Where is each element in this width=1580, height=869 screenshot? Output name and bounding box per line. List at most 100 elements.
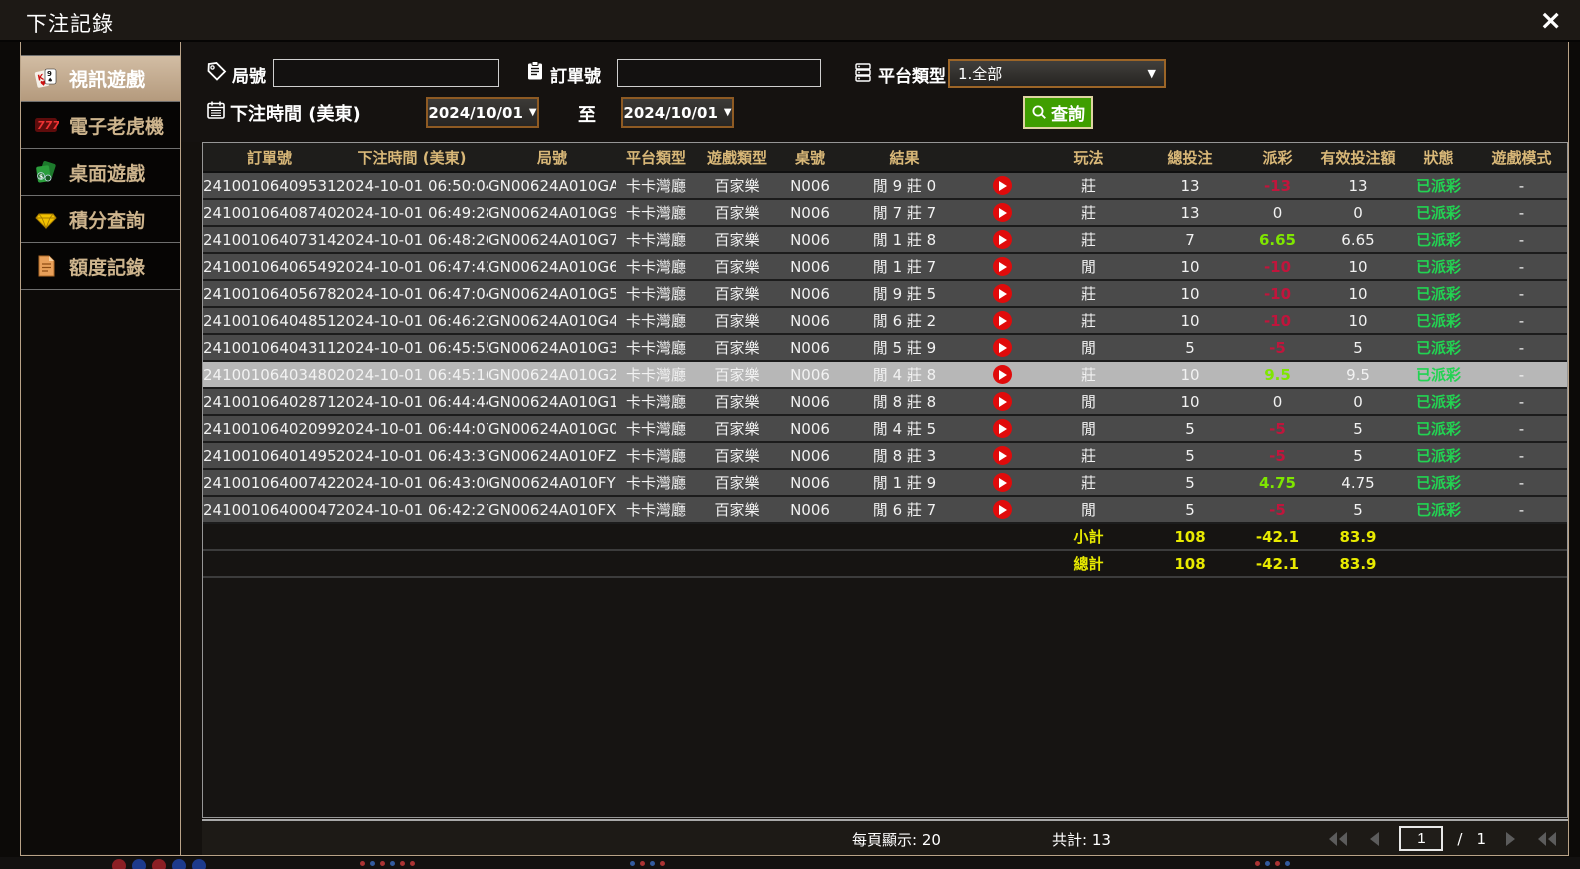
replay-button[interactable] [993, 500, 1012, 519]
replay-button[interactable] [993, 338, 1012, 357]
table-row[interactable]: 2410010640874042024-10-01 06:49:28GN0062… [203, 200, 1567, 227]
table-header: 訂單號下注時間 (美東)局號平台類型遊戲類型桌號結果玩法總投注派彩有效投注額狀態… [203, 143, 1567, 173]
replay-button[interactable] [993, 419, 1012, 438]
cell-payout: -13 [1240, 173, 1315, 200]
replay-button[interactable] [993, 230, 1012, 249]
table-row[interactable]: 2410010640348092024-10-01 06:45:16GN0062… [203, 362, 1567, 389]
cell-status: 已派彩 [1401, 200, 1476, 227]
table-row[interactable]: 2410010640485152024-10-01 06:46:22GN0062… [203, 308, 1567, 335]
platform-type-select[interactable]: 1.全部 ▼ [948, 59, 1166, 88]
cell-order: 241001064034809 [203, 362, 336, 389]
cell-platform: 卡卡灣廳 [616, 389, 696, 416]
cell-bet: 10 [1140, 281, 1240, 308]
cell-table_no: N006 [778, 200, 842, 227]
cell-platform: 卡卡灣廳 [616, 443, 696, 470]
replay-button[interactable] [993, 473, 1012, 492]
slots-777-icon: 777 [33, 112, 59, 138]
cell-valid: 5 [1315, 443, 1401, 470]
column-header: 有效投注額 [1315, 143, 1401, 173]
points-diamond-icon [33, 206, 59, 232]
cell-status: 已派彩 [1401, 497, 1476, 524]
cell-mode: - [1476, 416, 1567, 443]
cell-status: 已派彩 [1401, 281, 1476, 308]
cell-table_no: N006 [778, 335, 842, 362]
cell-status: 已派彩 [1401, 254, 1476, 281]
cell-status: 已派彩 [1401, 308, 1476, 335]
next-page-icon[interactable] [1500, 828, 1522, 850]
replay-button[interactable] [993, 392, 1012, 411]
close-icon[interactable]: × [1539, 6, 1562, 36]
sidebar-item-label: 電子老虎機 [69, 112, 164, 139]
subtotal-row: 小計108-42.183.9 [203, 524, 1567, 551]
cell-order: 241001064056782 [203, 281, 336, 308]
cell-order: 241001064073141 [203, 227, 336, 254]
background-roadmap-strip [0, 857, 1580, 869]
cell-mode: - [1476, 308, 1567, 335]
first-page-icon[interactable] [1327, 828, 1349, 850]
date-from-picker[interactable]: 2024/10/01 ▼ [426, 97, 539, 128]
cell-game: 百家樂 [696, 389, 778, 416]
cell-table_no: N006 [778, 416, 842, 443]
search-button-label: 查詢 [1051, 100, 1085, 125]
table-row[interactable]: 2410010640953122024-10-01 06:50:04GN0062… [203, 173, 1567, 200]
round-no-input[interactable] [273, 59, 499, 87]
cell-game: 百家樂 [696, 470, 778, 497]
svg-text:777: 777 [37, 119, 59, 132]
cell-valid: 4.75 [1315, 470, 1401, 497]
table-row[interactable]: 2410010640731412024-10-01 06:48:20GN0062… [203, 227, 1567, 254]
date-to-picker[interactable]: 2024/10/01 ▼ [621, 97, 734, 128]
order-no-input[interactable] [617, 59, 821, 87]
cell-time: 2024-10-01 06:43:37 [336, 443, 488, 470]
column-header: 總投注 [1140, 143, 1240, 173]
cell-round: GN00624A010FX [488, 497, 616, 524]
round-no-label: 局號 [232, 62, 266, 87]
cell-time: 2024-10-01 06:44:44 [336, 389, 488, 416]
cell-table_no: N006 [778, 389, 842, 416]
cell-replay [967, 443, 1037, 470]
cell-mode: - [1476, 227, 1567, 254]
table-row[interactable]: 2410010640004702024-10-01 06:42:27GN0062… [203, 497, 1567, 524]
prev-page-icon[interactable] [1363, 828, 1385, 850]
table-row[interactable]: 2410010640567822024-10-01 06:47:04GN0062… [203, 281, 1567, 308]
cell-time: 2024-10-01 06:49:28 [336, 200, 488, 227]
cell-round: GN00624A010FZ [488, 443, 616, 470]
sidebar-item-1[interactable]: K♥9♠視訊遊戲 [21, 55, 180, 102]
table-row[interactable]: 2410010640654982024-10-01 06:47:43GN0062… [203, 254, 1567, 281]
page-number-input[interactable] [1399, 826, 1443, 851]
sidebar-item-4[interactable]: 積分查詢 [21, 196, 180, 243]
search-button[interactable]: 查詢 [1023, 96, 1093, 129]
cell-round: GN00624A010G0 [488, 416, 616, 443]
table-row[interactable]: 2410010640209902024-10-01 06:44:07GN0062… [203, 416, 1567, 443]
replay-button[interactable] [993, 257, 1012, 276]
replay-button[interactable] [993, 176, 1012, 195]
cell-table_no: N006 [778, 443, 842, 470]
replay-button[interactable] [993, 365, 1012, 384]
replay-button[interactable] [993, 203, 1012, 222]
sidebar-item-3[interactable]: $桌面遊戲 [21, 149, 180, 196]
cell-play: 莊 [1037, 470, 1140, 497]
column-header: 訂單號 [203, 143, 336, 173]
replay-button[interactable] [993, 311, 1012, 330]
table-row[interactable]: 2410010640074242024-10-01 06:43:00GN0062… [203, 470, 1567, 497]
last-page-icon[interactable] [1536, 828, 1558, 850]
cell-bet: 10 [1140, 362, 1240, 389]
cell-mode: - [1476, 173, 1567, 200]
cell-bet: 5 [1140, 443, 1240, 470]
column-header: 狀態 [1401, 143, 1476, 173]
table-games-icon: $ [33, 159, 59, 185]
table-row[interactable]: 2410010640149542024-10-01 06:43:37GN0062… [203, 443, 1567, 470]
cell-payout: -10 [1240, 308, 1315, 335]
replay-button[interactable] [993, 284, 1012, 303]
table-row[interactable]: 2410010640431152024-10-01 06:45:55GN0062… [203, 335, 1567, 362]
cell-valid: 6.65 [1315, 227, 1401, 254]
sidebar-item-2[interactable]: 777 電子老虎機 [21, 102, 180, 149]
cell-status: 已派彩 [1401, 389, 1476, 416]
video-cards-icon: K♥9♠ [33, 66, 59, 92]
sidebar-item-5[interactable]: 額度記錄 [21, 243, 180, 290]
table-row[interactable]: 2410010640287132024-10-01 06:44:44GN0062… [203, 389, 1567, 416]
clipboard-icon [524, 60, 546, 82]
column-header: 結果 [842, 143, 967, 173]
cell-game: 百家樂 [696, 173, 778, 200]
cell-mode: - [1476, 389, 1567, 416]
replay-button[interactable] [993, 446, 1012, 465]
